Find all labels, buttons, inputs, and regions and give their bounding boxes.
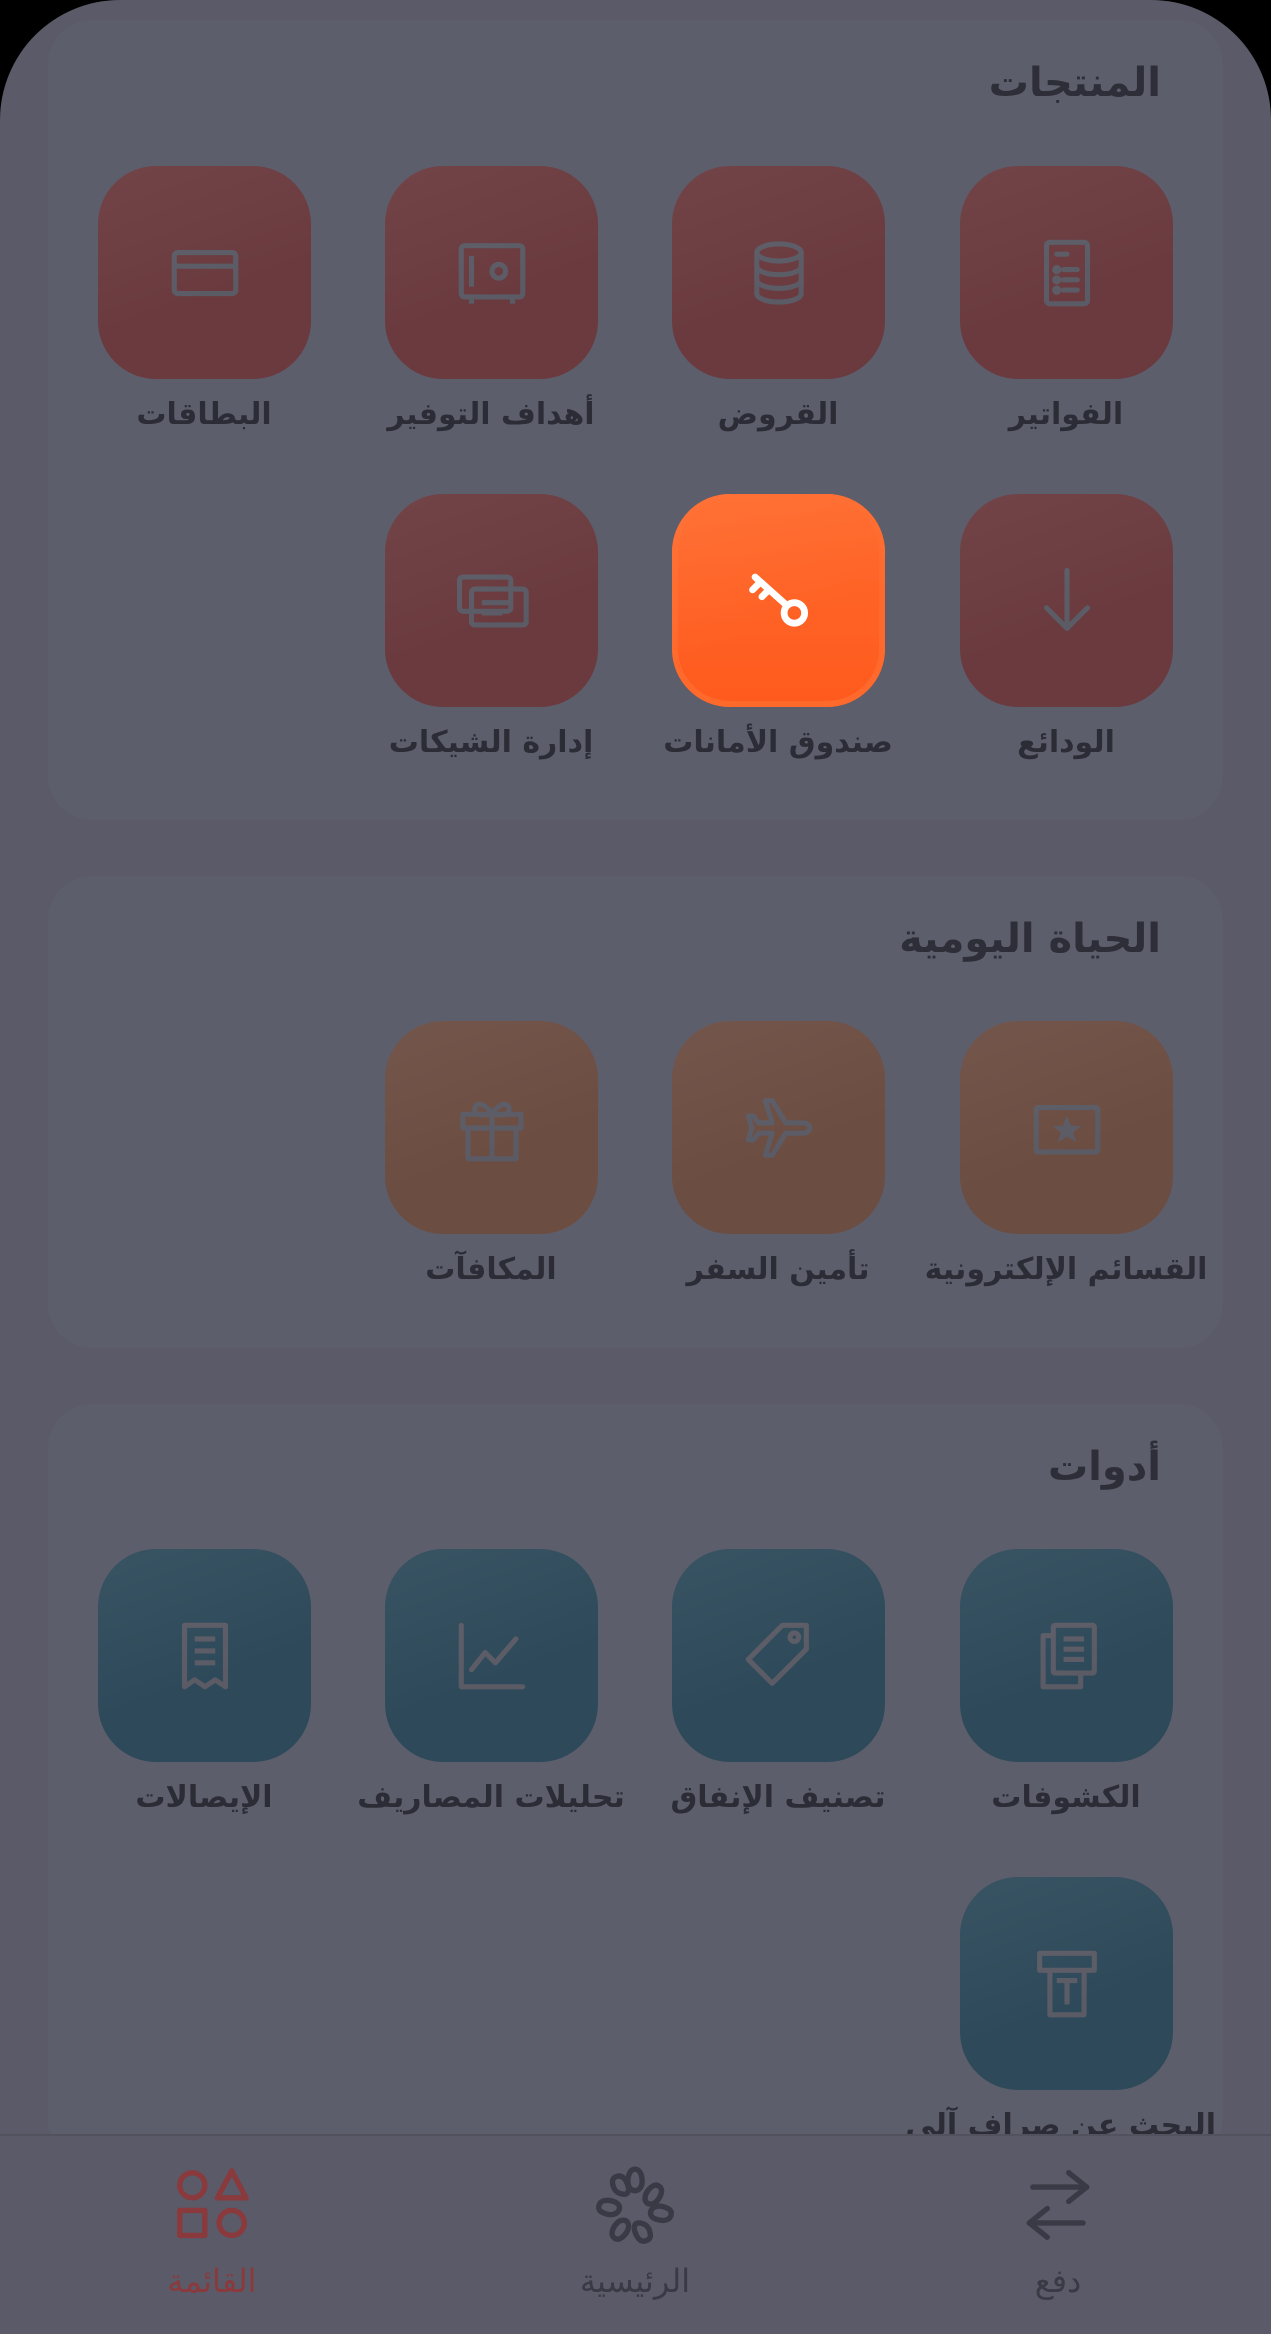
- tile-loans[interactable]: القروض: [672, 166, 885, 435]
- tile-cheque-management[interactable]: إدارة الشيكات: [385, 494, 598, 763]
- tile-cards-box[interactable]: [98, 166, 311, 379]
- tile-rewards-label: المكافآت: [425, 1252, 557, 1287]
- line-chart-icon: [458, 1622, 525, 1689]
- tile-e-vouchers-label: القسائم الإلكترونية: [924, 1252, 1208, 1287]
- nav-pay-label: دفع: [1034, 2262, 1082, 2300]
- tile-atm-locator-box[interactable]: [960, 1877, 1173, 2090]
- tile-travel-insurance-box[interactable]: [672, 1021, 885, 1234]
- tile-deposits-box[interactable]: [960, 494, 1173, 707]
- cheques-icon: [456, 574, 529, 627]
- tile-deposits[interactable]: الودائع: [960, 494, 1173, 763]
- tile-cards-label: البطاقات: [136, 397, 272, 432]
- tile-statements-box[interactable]: [960, 1549, 1173, 1762]
- tile-safe-deposit-box[interactable]: صندوق الأمانات: [663, 494, 893, 763]
- nav-home-label: الرئيسية: [579, 2262, 691, 2300]
- tile-deposits-label: الودائع: [1017, 725, 1115, 760]
- airplane-icon: [745, 1097, 812, 1158]
- shapes-icon: [177, 2168, 249, 2239]
- tile-e-vouchers-box[interactable]: [960, 1021, 1173, 1234]
- gift-icon: [459, 1101, 524, 1161]
- tile-invoices-box[interactable]: [960, 166, 1173, 379]
- tile-receipts[interactable]: الإيصالات: [98, 1549, 311, 1818]
- nav-menu[interactable]: القائمة: [62, 2162, 362, 2300]
- tile-spending-categories-box[interactable]: [672, 1549, 885, 1762]
- bank-logo-icon: [596, 2166, 674, 2244]
- tile-savings-goals-label: أهداف التوفير: [387, 397, 595, 432]
- menu-screen: المنتجات الفواتير القروض أهداف التوفير ا…: [0, 0, 1271, 2334]
- section-title-daily-life: الحياة اليومية: [899, 916, 1161, 962]
- tile-atm-locator-label: البحث عن صراف آلي: [905, 2108, 1216, 2136]
- receipt-icon: [181, 1622, 228, 1689]
- tag-icon: [745, 1622, 809, 1686]
- tile-statements-label: الكشوفات: [991, 1780, 1141, 1815]
- card-icon: [171, 249, 238, 296]
- tile-invoices-label: الفواتير: [1008, 397, 1124, 432]
- tile-receipts-label: الإيصالات: [135, 1780, 273, 1815]
- tile-e-vouchers[interactable]: القسائم الإلكترونية: [925, 1021, 1207, 1290]
- tile-cheque-management-box[interactable]: [385, 494, 598, 707]
- statements-icon: [1040, 1622, 1097, 1689]
- tile-spending-categories[interactable]: تصنيف الإنفاق: [670, 1549, 886, 1818]
- nav-home[interactable]: الرئيسية: [485, 2162, 785, 2300]
- invoice-icon: [1043, 239, 1090, 306]
- tile-expense-analytics-box[interactable]: [385, 1549, 598, 1762]
- scroll-content[interactable]: المنتجات الفواتير القروض أهداف التوفير ا…: [0, 0, 1271, 2136]
- tile-savings-goals[interactable]: أهداف التوفير: [385, 166, 598, 435]
- atm-icon: [1036, 1950, 1097, 2017]
- tile-atm-locator[interactable]: البحث عن صراف آلي: [905, 1877, 1216, 2136]
- voucher-icon: [1033, 1104, 1100, 1154]
- nav-menu-label: القائمة: [167, 2262, 257, 2300]
- tile-spending-categories-label: تصنيف الإنفاق: [670, 1780, 886, 1815]
- tile-loans-label: القروض: [717, 397, 839, 432]
- tile-cards[interactable]: البطاقات: [98, 166, 311, 435]
- tile-receipts-box[interactable]: [98, 1549, 311, 1762]
- tile-travel-insurance-label: تأمين السفر: [686, 1252, 870, 1287]
- key-icon: [748, 573, 808, 627]
- tile-statements[interactable]: الكشوفات: [960, 1549, 1173, 1818]
- arrow-down-icon: [1043, 567, 1090, 631]
- tile-rewards-box[interactable]: [385, 1021, 598, 1234]
- transfer-arrows-icon: [1026, 2170, 1090, 2240]
- tile-safe-deposit-box-label: صندوق الأمانات: [663, 725, 893, 760]
- tile-rewards[interactable]: المكافآت: [385, 1021, 598, 1290]
- nav-pay[interactable]: دفع: [908, 2162, 1208, 2300]
- tile-cheque-management-label: إدارة الشيكات: [388, 725, 594, 760]
- safe-icon: [458, 242, 525, 304]
- bottom-nav: القائمة الرئيسية دفع: [0, 2134, 1271, 2334]
- tile-expense-analytics[interactable]: تحليلات المصاريف: [357, 1549, 625, 1818]
- coins-stack-icon: [753, 240, 804, 305]
- tile-safe-deposit-box-box[interactable]: [672, 494, 885, 707]
- tile-savings-goals-box[interactable]: [385, 166, 598, 379]
- tile-expense-analytics-label: تحليلات المصاريف: [357, 1780, 625, 1815]
- section-title-tools: أدوات: [1047, 1444, 1161, 1490]
- tile-loans-box[interactable]: [672, 166, 885, 379]
- tile-invoices[interactable]: الفواتير: [960, 166, 1173, 435]
- section-title-products: المنتجات: [988, 60, 1161, 106]
- tile-travel-insurance[interactable]: تأمين السفر: [672, 1021, 885, 1290]
